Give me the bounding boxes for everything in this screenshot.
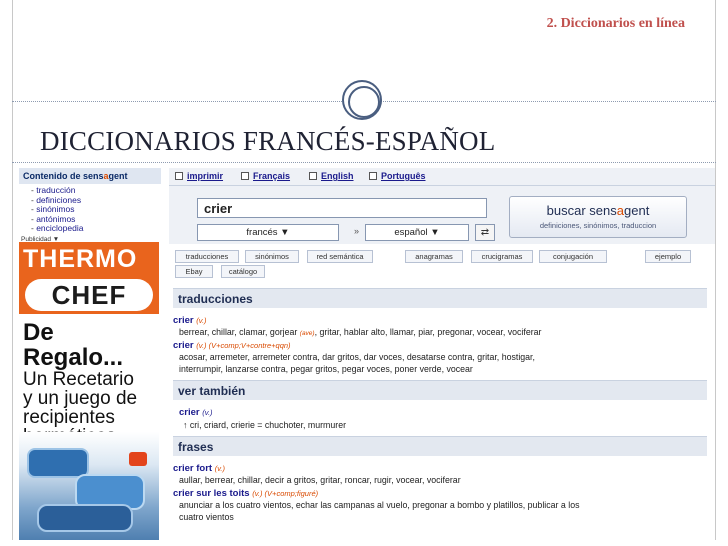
tab-catalogo[interactable]: catálogo [221,265,265,278]
print-link[interactable]: imprimir [175,171,223,181]
divider-bottom [12,162,716,163]
entry-word[interactable]: crier fort (v.) [173,463,225,474]
ad-line-5: recipientes [23,407,115,428]
swap-languages-button[interactable]: ⇄ [475,224,495,241]
ad-line-4: y un juego de [23,388,138,409]
tab-traducciones[interactable]: traducciones [175,250,239,263]
entry-word[interactable]: crier (v.) [179,407,213,418]
entry-word[interactable]: crier (v.) (V+comp;V+contre+qqn) [173,340,291,351]
entry-word[interactable]: crier sur les toits (v.) (V+comp;figuré) [173,488,318,499]
entry-word[interactable]: crier (v.) [173,315,207,326]
container-shape [27,448,89,478]
search-button-label: buscar sensagent [546,203,650,218]
ad-brand-bottom: CHEF [25,279,153,311]
section-traducciones-title: traducciones [173,288,707,308]
ad-brand-top: THERMO [19,242,159,276]
ad-text: De Regalo... Un Recetario y un juego de … [23,320,137,446]
sidebar-item-enciclopedia[interactable]: enciclopedia [31,224,83,234]
tab-conjugacion[interactable]: conjugación [539,250,607,263]
tab-anagramas[interactable]: anagramas [405,250,463,263]
ad-brand-bottom-wrap: CHEF [19,276,159,314]
sidebar-header: Contenido de sensagent [19,168,161,184]
target-language-select[interactable]: español ▼ [365,224,469,241]
container-shape [37,504,133,532]
direction-arrow: » [354,226,360,236]
tab-ejemplo[interactable]: ejemplo [645,250,691,263]
sidebar: Contenido de sensagent traducción defini… [13,164,161,540]
flag-icon [309,172,317,180]
lang-link-english[interactable]: English [309,171,354,181]
print-icon [175,172,183,180]
entry-definitions: ↑ cri, criard, crierie = chuchoter, murm… [183,420,347,430]
entry-definitions: berrear, chillar, clamar, gorjear (ave),… [179,327,542,337]
section-ver-tambien-title: ver también [173,380,707,400]
main-content: imprimir Français English Português fran… [169,164,715,540]
sidebar-list: traducción definiciones sinónimos antóni… [31,185,83,234]
ad-line-3: Un Recetario [23,369,134,390]
flag-icon [369,172,377,180]
advertisement[interactable]: THERMO CHEF De Regalo... Un Recetario y … [19,242,159,540]
tab-sinonimos[interactable]: sinónimos [245,250,299,263]
section-title: 2. Diccionarios en línea [546,16,685,31]
search-button-sublabel: definiciones, sinónimos, traduccion [539,221,657,230]
ad-line-1: De [23,319,54,346]
lang-link-portugues[interactable]: Português [369,171,426,181]
language-bar: imprimir Français English Português [169,168,715,186]
search-panel: francés ▼ » español ▼ ⇄ buscar sensagent… [169,186,715,244]
entry-definitions: acosar, arremeter, arremeter contra, dar… [179,352,535,374]
dictionary-screenshot: Contenido de sensagent traducción defini… [12,164,716,540]
ring-ornament [342,80,382,120]
entry-definitions: anunciar a los cuatro vientos, echar las… [179,500,580,522]
source-language-select[interactable]: francés ▼ [197,224,339,241]
search-input[interactable] [197,198,487,218]
section-frases-title: frases [173,436,707,456]
ad-line-2: Regalo... [23,344,124,371]
container-lid-shape [129,452,147,466]
flag-icon [241,172,249,180]
slide-heading: DICCIONARIOS FRANCÉS-ESPAÑOL [40,126,496,156]
search-button[interactable]: buscar sensagent definiciones, sinónimos… [509,196,687,238]
tab-red-semantica[interactable]: red semántica [307,250,373,263]
lang-link-francais[interactable]: Français [241,171,290,181]
entry-definitions: aullar, berrear, chillar, decir a gritos… [179,475,461,485]
tab-crucigramas[interactable]: crucigramas [471,250,533,263]
tab-ebay[interactable]: Ebay [175,265,213,278]
